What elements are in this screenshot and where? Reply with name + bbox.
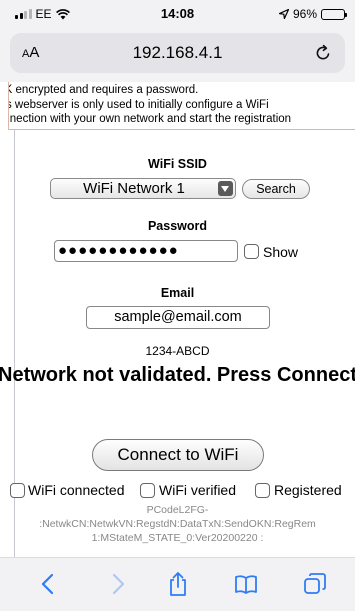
- debug-line: :NetwkCN:NetwkVN:RegstdN:DataTxN:SendOKN…: [39, 518, 316, 530]
- connect-wifi-button[interactable]: Connect to WiFi: [92, 439, 264, 471]
- info-line: SK encrypted and requires a password.: [8, 84, 199, 96]
- status-bar: EE 14:08 96%: [0, 0, 355, 28]
- password-label: Password: [147, 219, 208, 233]
- show-password-checkbox[interactable]: [244, 244, 259, 259]
- registered-checkbox[interactable]: [255, 483, 270, 498]
- reload-icon[interactable]: [313, 43, 333, 63]
- ssid-label: WiFi SSID: [148, 157, 207, 171]
- info-line: onnection with your own network and star…: [8, 113, 292, 125]
- ssid-selected-value: WiFi Network 1: [83, 180, 185, 197]
- password-field[interactable]: ●●●●●●●●●●●●: [54, 240, 238, 262]
- wifi-verified-checkbox[interactable]: [140, 483, 155, 498]
- web-content: SK encrypted and requires a password. hi…: [0, 82, 355, 557]
- info-line: his webserver is only used to initially …: [8, 98, 269, 111]
- tabs-icon[interactable]: [302, 571, 328, 597]
- battery-percent: 96%: [292, 7, 317, 21]
- search-button[interactable]: Search: [242, 179, 310, 199]
- battery-icon: [321, 8, 347, 20]
- forward-icon[interactable]: [104, 571, 130, 597]
- share-icon[interactable]: [165, 571, 191, 597]
- status-right: 96%: [278, 7, 347, 21]
- info-box: SK encrypted and requires a password. hi…: [8, 82, 355, 130]
- wifi-connected-checkbox[interactable]: [10, 483, 25, 498]
- wifi-connected-label: WiFi connected: [28, 482, 125, 498]
- address-bar-area: AA 192.168.4.1: [0, 28, 355, 82]
- debug-line: PCodeL2FG-: [146, 504, 209, 516]
- debug-line: 1:MStateM_STATE_0:Ver20200220 :: [91, 532, 264, 544]
- email-field[interactable]: sample@email.com: [86, 306, 270, 329]
- address-bar[interactable]: AA 192.168.4.1: [10, 33, 345, 73]
- ssid-select[interactable]: WiFi Network 1: [50, 178, 236, 199]
- wifi-verified-label: WiFi verified: [159, 482, 237, 498]
- location-icon: [278, 9, 289, 19]
- url-text[interactable]: 192.168.4.1: [10, 43, 345, 63]
- browser-toolbar: [0, 557, 355, 611]
- email-label: Email: [160, 286, 195, 300]
- chevron-down-icon: [218, 181, 233, 196]
- bookmarks-icon[interactable]: [233, 571, 259, 597]
- show-password-label: Show: [263, 244, 299, 260]
- status-message: Network not validated. Press Connect: [0, 364, 355, 386]
- device-code: 1234-ABCD: [145, 344, 210, 358]
- back-icon[interactable]: [36, 571, 62, 597]
- registered-label: Registered: [274, 482, 342, 498]
